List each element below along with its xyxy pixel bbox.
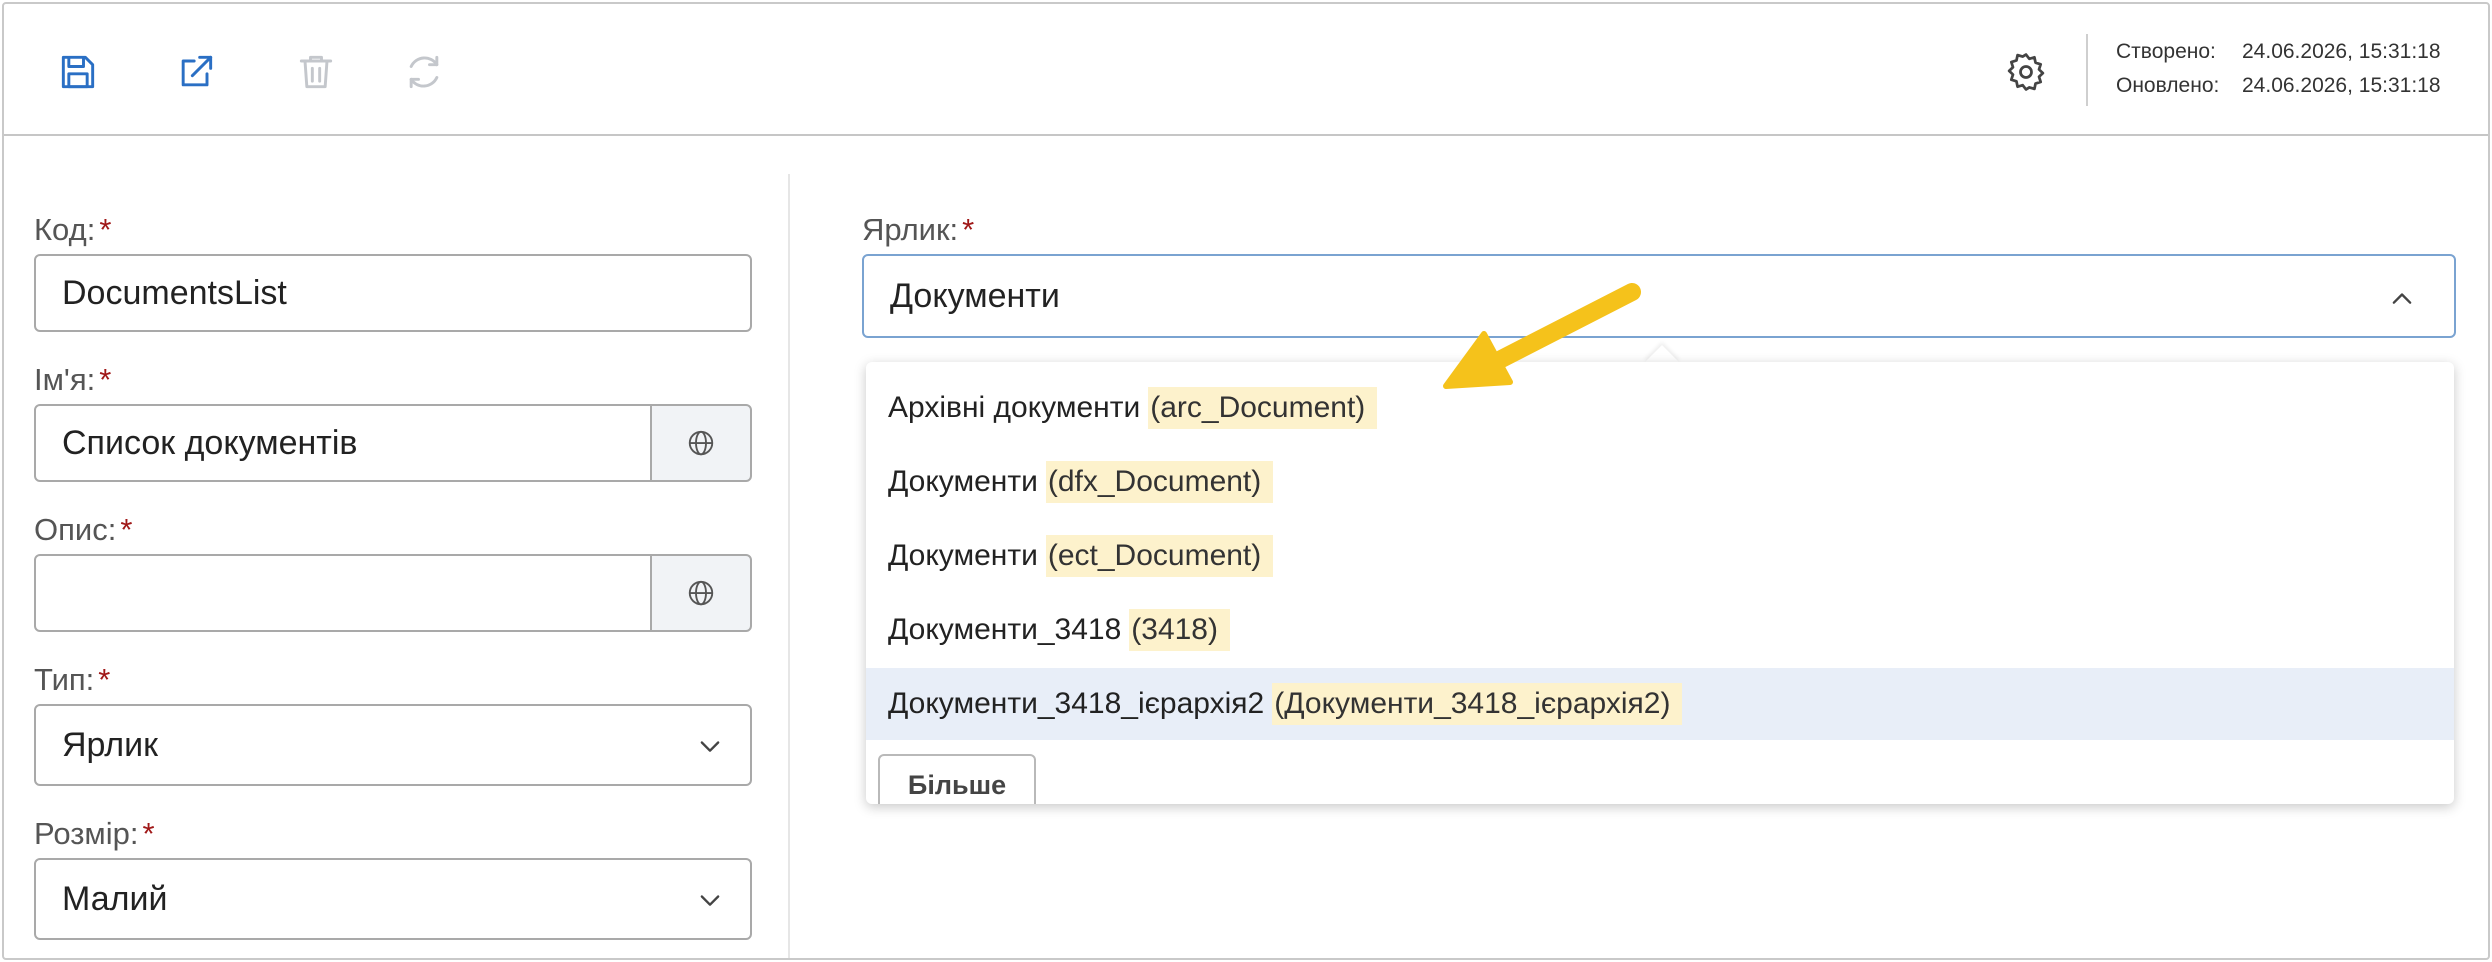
description-translations-button[interactable]: [650, 554, 752, 632]
name-input[interactable]: Список документів: [34, 404, 652, 482]
open-external-icon: [181, 55, 213, 87]
updated-label: Оновлено:: [2116, 74, 2220, 97]
trash-icon: [299, 55, 333, 89]
globe-icon: [688, 430, 714, 456]
size-value: Малий: [62, 879, 168, 918]
chevron-down-icon: [700, 741, 720, 752]
required-mark: *: [120, 512, 133, 547]
delete-button[interactable]: [286, 42, 346, 102]
option-label: Документи_3418_ієрархія2: [888, 687, 1265, 720]
dropdown-option[interactable]: Документи (dfx_Document): [866, 446, 2454, 518]
shortcut-select[interactable]: Документи: [862, 254, 2456, 338]
shortcut-dropdown: Архівні документи (arc_Document) Документ…: [866, 362, 2454, 804]
dropdown-option[interactable]: Документи_3418 (3418): [866, 594, 2454, 666]
option-label: Документи: [888, 539, 1038, 572]
updated-value: 24.06.2026, 15:31:18: [2242, 74, 2441, 97]
type-select[interactable]: Ярлик: [34, 704, 752, 786]
required-mark: *: [142, 816, 155, 851]
shortcut-value: Документи: [890, 276, 1060, 315]
save-icon: [61, 55, 95, 89]
required-mark: *: [98, 662, 111, 697]
code-label: Код: *: [34, 212, 112, 247]
code-value: DocumentsList: [62, 273, 287, 312]
chevron-up-icon: [2392, 293, 2412, 304]
name-translations-button[interactable]: [650, 404, 752, 482]
option-code: (3418): [1129, 609, 1230, 651]
dropdown-option[interactable]: Документи (ect_Document): [866, 520, 2454, 592]
column-divider: [788, 174, 790, 958]
option-code: (dfx_Document): [1045, 461, 1274, 503]
shortcut-label: Ярлик: *: [862, 212, 975, 247]
dropdown-option-active[interactable]: Документи_3418_ієрархія2 (Документи_3418_…: [866, 668, 2454, 740]
created-label: Створено:: [2116, 40, 2216, 63]
created-value: 24.06.2026, 15:31:18: [2242, 40, 2441, 63]
code-input[interactable]: DocumentsList: [34, 254, 752, 332]
more-button[interactable]: Більше: [878, 754, 1036, 804]
type-label: Тип: *: [34, 662, 111, 697]
toolbar-divider: [2086, 34, 2088, 106]
description-label: Опис: *: [34, 512, 133, 547]
globe-icon: [688, 580, 714, 606]
required-mark: *: [99, 212, 112, 247]
annotation-arrow-icon: [1443, 283, 1641, 389]
option-label: Документи_3418: [888, 613, 1122, 646]
save-button[interactable]: [48, 42, 108, 102]
settings-button[interactable]: [1996, 42, 2056, 102]
description-input[interactable]: [34, 554, 652, 632]
required-mark: *: [962, 212, 975, 247]
app-window: Створено: 24.06.2026, 15:31:18 Оновлено:…: [2, 2, 2490, 960]
option-code: (Документи_3418_ієрархія2): [1272, 683, 1683, 725]
option-label: Архівні документи: [888, 391, 1141, 424]
name-label: Ім'я: *: [34, 362, 112, 397]
option-code: (ect_Document): [1045, 535, 1274, 577]
dropdown-option[interactable]: Архівні документи (arc_Document): [866, 372, 2454, 444]
type-value: Ярлик: [62, 725, 159, 764]
refresh-button[interactable]: [394, 42, 454, 102]
size-label: Розмір: *: [34, 816, 155, 851]
gear-icon: [2007, 53, 2045, 91]
chevron-down-icon: [700, 895, 720, 906]
refresh-icon: [409, 55, 439, 89]
toolbar: Створено: 24.06.2026, 15:31:18 Оновлено:…: [4, 4, 2488, 136]
open-in-new-window-button[interactable]: [166, 42, 226, 102]
required-mark: *: [99, 362, 112, 397]
name-value: Список документів: [62, 423, 358, 462]
option-label: Документи: [888, 465, 1038, 498]
option-code: (arc_Document): [1148, 387, 1378, 429]
size-select[interactable]: Малий: [34, 858, 752, 940]
